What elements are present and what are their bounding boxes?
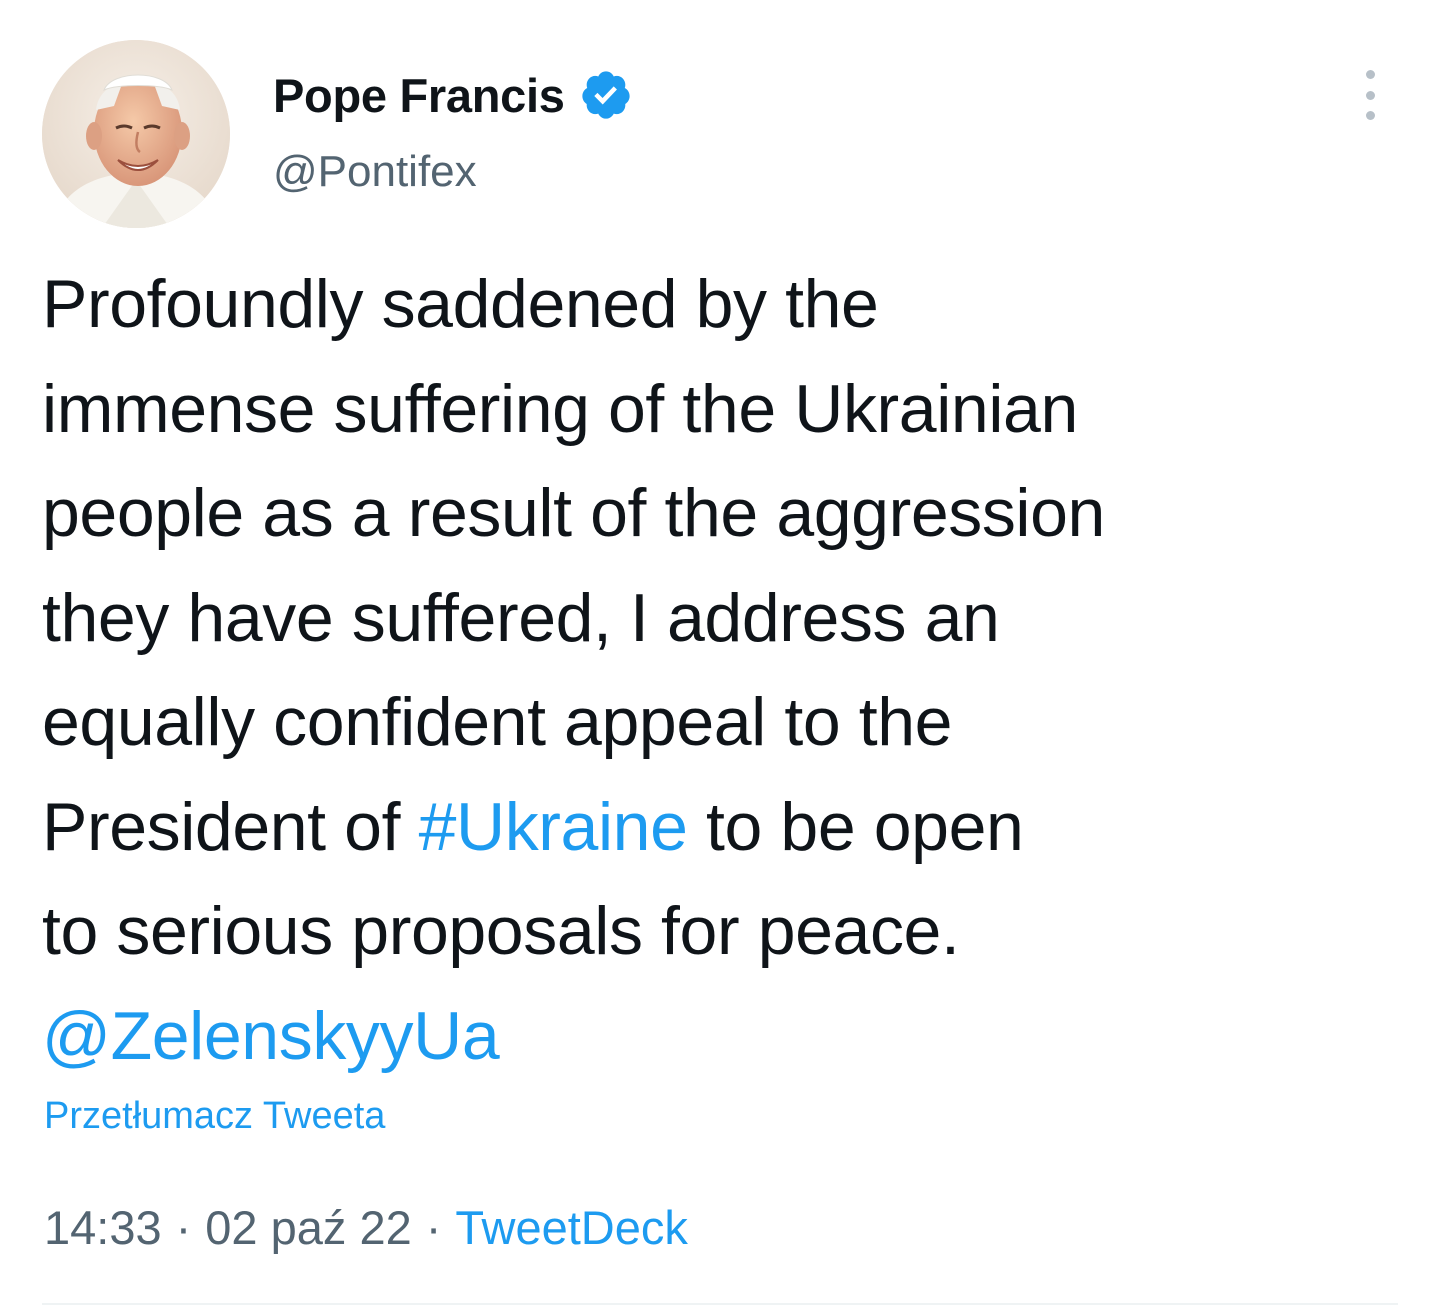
more-dot xyxy=(1365,70,1375,79)
tweet-text-segment: to serious proposals for peace. xyxy=(42,893,960,969)
more-dot xyxy=(1365,111,1375,120)
tweet-line: President of #Ukraine to be open xyxy=(42,775,1392,880)
tweet-text-segment: to be open xyxy=(687,788,1024,865)
name-row: Pope Francis xyxy=(273,64,633,126)
avatar[interactable] xyxy=(42,40,230,228)
tweet-text: Profoundly saddened by the immense suffe… xyxy=(42,252,1392,1088)
tweet-line: @ZelenskyyUa xyxy=(42,984,1392,1089)
tweet-date[interactable]: 02 paź 22 xyxy=(205,1201,411,1254)
mention-link-zelenskyyua[interactable]: @ZelenskyyUa xyxy=(42,998,500,1074)
meta-separator: · xyxy=(425,1201,442,1254)
tweet-meta: 14:33 · 02 paź 22 · TweetDeck xyxy=(44,1200,688,1255)
tweet-line: they have suffered, I address an xyxy=(42,566,1392,671)
tweet-text-segment: President of xyxy=(42,788,419,865)
tweet-line: people as a result of the aggression xyxy=(42,461,1392,566)
tweet-time[interactable]: 14:33 xyxy=(44,1201,162,1254)
more-options-icon[interactable] xyxy=(1348,70,1392,120)
tweet-line: equally confident appeal to the xyxy=(42,670,1392,775)
translate-tweet-link[interactable]: Przetłumacz Tweeta xyxy=(44,1095,385,1138)
avatar-photo xyxy=(42,40,230,228)
display-name[interactable]: Pope Francis xyxy=(273,68,565,123)
meta-separator: · xyxy=(175,1201,192,1254)
tweet-source-link[interactable]: TweetDeck xyxy=(455,1201,687,1254)
tweet-text-segment: people as a result of the aggression xyxy=(42,475,1105,551)
tweet-text-segment: they have suffered, I address an xyxy=(42,579,1000,656)
hashtag-link-ukraine[interactable]: #Ukraine xyxy=(419,789,688,865)
tweet-text-segment: immense suffering of the Ukrainian xyxy=(42,370,1078,447)
tweet-line: Profoundly saddened by the xyxy=(42,252,1392,357)
author-block[interactable]: Pope Francis @Pontifex xyxy=(273,64,633,197)
verified-badge-icon xyxy=(579,68,633,122)
tweet-card: Pope Francis @Pontifex Profoundly sadden… xyxy=(0,0,1440,1310)
tweet-text-segment: Profoundly saddened by the xyxy=(42,266,879,342)
divider xyxy=(42,1303,1398,1305)
tweet-line: to serious proposals for peace. xyxy=(42,879,1392,984)
tweet-text-segment: equally confident appeal to the xyxy=(42,684,953,760)
more-dot xyxy=(1365,90,1375,100)
tweet-line: immense suffering of the Ukrainian xyxy=(42,357,1392,462)
handle[interactable]: @Pontifex xyxy=(273,147,633,197)
